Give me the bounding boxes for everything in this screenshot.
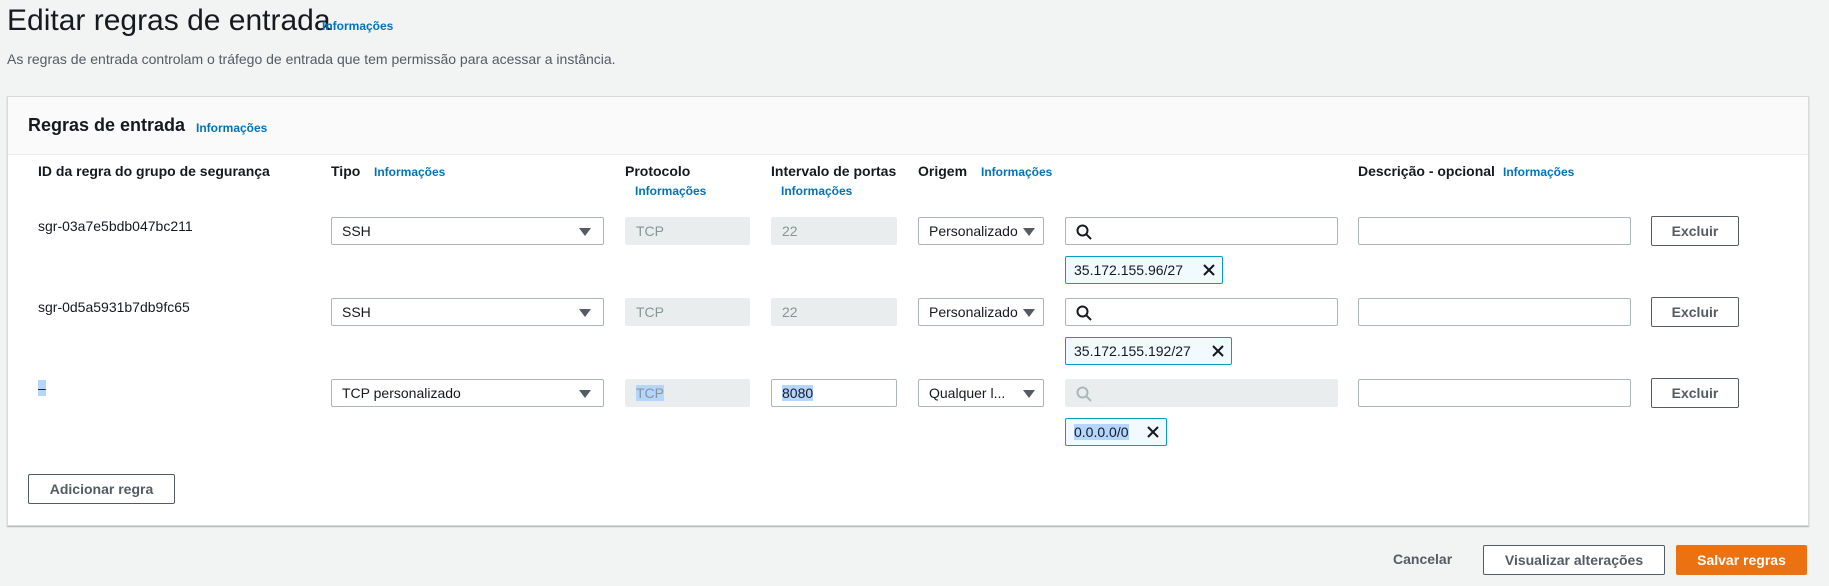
col-source-info-link[interactable]: Informações <box>981 165 1052 179</box>
col-description-info-link[interactable]: Informações <box>1503 165 1574 179</box>
col-port-range-info-link[interactable]: Informações <box>781 184 852 198</box>
port-range-field: 22 <box>771 217 897 245</box>
page-info-link[interactable]: Informações <box>322 19 393 33</box>
close-icon[interactable] <box>1211 344 1225 358</box>
cidr-token-label: 35.172.155.96/27 <box>1074 262 1183 278</box>
protocol-value: TCP <box>636 385 664 401</box>
port-range-input[interactable]: 8080 <box>771 379 897 407</box>
source-select-value: Personalizado <box>929 223 1018 239</box>
cidr-token: 35.172.155.96/27 <box>1065 256 1223 284</box>
source-select-value: Personalizado <box>929 304 1018 320</box>
source-search-input[interactable] <box>1065 298 1338 326</box>
protocol-field: TCP <box>625 298 750 326</box>
cidr-token-label: 0.0.0.0/0 <box>1074 424 1129 440</box>
col-type: Tipo <box>331 163 361 179</box>
panel-title: Regras de entrada <box>28 115 186 135</box>
caret-down-icon <box>1023 228 1035 236</box>
type-select-value: SSH <box>342 304 371 320</box>
rule-id: sgr-0d5a5931b7db9fc65 <box>38 299 190 315</box>
add-rule-button[interactable]: Adicionar regra <box>28 474 175 504</box>
col-description: Descrição - opcional <box>1358 163 1495 179</box>
inbound-rules-panel: Regras de entrada Informações ID da regr… <box>7 96 1809 526</box>
cidr-token-label: 35.172.155.192/27 <box>1074 343 1191 359</box>
protocol-field: TCP <box>625 379 750 407</box>
protocol-field: TCP <box>625 217 750 245</box>
type-select[interactable]: TCP personalizado <box>331 379 604 407</box>
cidr-token: 0.0.0.0/0 <box>1065 418 1167 446</box>
search-icon <box>1076 386 1092 402</box>
close-icon[interactable] <box>1202 263 1216 277</box>
page-title-text: Editar regras de entrada <box>7 4 331 37</box>
type-select[interactable]: SSH <box>331 217 604 245</box>
col-port-range: Intervalo de portas <box>771 163 897 179</box>
description-input[interactable] <box>1358 298 1631 326</box>
search-icon <box>1076 224 1092 240</box>
source-select[interactable]: Qualquer l... <box>918 379 1044 407</box>
caret-down-icon <box>579 390 591 398</box>
page-description: As regras de entrada controlam o tráfego… <box>7 51 616 67</box>
type-select-value: SSH <box>342 223 371 239</box>
port-range-value: 8080 <box>782 385 814 401</box>
cancel-button[interactable]: Cancelar <box>1393 551 1452 567</box>
col-protocol-info-link[interactable]: Informações <box>635 184 706 198</box>
search-icon <box>1076 305 1092 321</box>
caret-down-icon <box>1023 390 1035 398</box>
source-search-input[interactable] <box>1065 217 1338 245</box>
panel-info-link[interactable]: Informações <box>196 121 267 135</box>
caret-down-icon <box>1023 309 1035 317</box>
cidr-token: 35.172.155.192/27 <box>1065 337 1232 365</box>
source-search-input <box>1065 379 1338 407</box>
panel-header <box>8 97 1808 155</box>
type-select[interactable]: SSH <box>331 298 604 326</box>
rule-id: – <box>38 380 46 396</box>
source-select[interactable]: Personalizado <box>918 298 1044 326</box>
caret-down-icon <box>579 309 591 317</box>
delete-rule-button[interactable]: Excluir <box>1651 378 1739 408</box>
type-select-value: TCP personalizado <box>342 385 461 401</box>
col-protocol: Protocolo <box>625 163 691 179</box>
delete-rule-button[interactable]: Excluir <box>1651 297 1739 327</box>
caret-down-icon <box>579 228 591 236</box>
rule-id: sgr-03a7e5bdb047bc211 <box>38 218 193 234</box>
source-select[interactable]: Personalizado <box>918 217 1044 245</box>
description-input[interactable] <box>1358 379 1631 407</box>
port-range-field: 22 <box>771 298 897 326</box>
page-title: Editar regras de entrada <box>7 4 331 38</box>
col-type-info-link[interactable]: Informações <box>374 165 445 179</box>
delete-rule-button[interactable]: Excluir <box>1651 216 1739 246</box>
col-rule-id: ID da regra do grupo de segurança <box>38 163 270 179</box>
description-input[interactable] <box>1358 217 1631 245</box>
save-rules-button[interactable]: Salvar regras <box>1676 545 1807 575</box>
source-select-value: Qualquer l... <box>929 385 1006 401</box>
close-icon[interactable] <box>1146 425 1160 439</box>
preview-changes-button[interactable]: Visualizar alterações <box>1483 545 1665 575</box>
col-source: Origem <box>918 163 968 179</box>
